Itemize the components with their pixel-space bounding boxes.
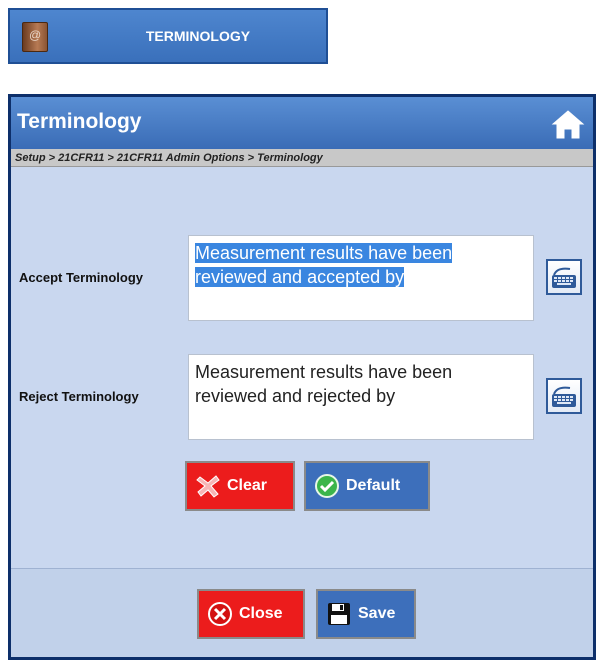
home-icon[interactable] xyxy=(551,107,585,141)
keyboard-icon xyxy=(552,267,576,288)
keyboard-icon xyxy=(552,386,576,407)
x-icon xyxy=(196,475,220,498)
dialog-header: Terminology xyxy=(11,97,593,149)
terminology-menu-button[interactable]: TERMINOLOGY xyxy=(8,8,328,64)
save-button[interactable]: Save xyxy=(316,589,416,639)
terminology-dialog: Terminology Setup > 21CFR11 > 21CFR11 Ad… xyxy=(8,94,596,660)
clear-button-label: Clear xyxy=(227,477,268,494)
save-button-label: Save xyxy=(358,605,396,622)
default-button[interactable]: Default xyxy=(304,461,430,511)
dialog-title: Terminology xyxy=(17,110,142,133)
floppy-disk-icon xyxy=(328,603,350,625)
close-button[interactable]: Close xyxy=(197,589,305,639)
dialog-footer: Close Save xyxy=(11,568,593,657)
dialog-content: Accept Terminology Measurement results h… xyxy=(11,167,593,575)
accept-terminology-text: Measurement results have been reviewed a… xyxy=(195,243,453,287)
checkmark-icon xyxy=(315,474,339,498)
accept-terminology-field[interactable]: Measurement results have been reviewed a… xyxy=(188,235,534,321)
terminology-menu-label: TERMINOLOGY xyxy=(145,28,251,44)
accept-keyboard-button[interactable] xyxy=(546,259,582,295)
reject-terminology-label: Reject Terminology xyxy=(19,389,139,404)
close-circle-icon xyxy=(208,602,232,626)
clear-button[interactable]: Clear xyxy=(185,461,295,511)
breadcrumb: Setup > 21CFR11 > 21CFR11 Admin Options … xyxy=(11,149,593,167)
accept-terminology-label: Accept Terminology xyxy=(19,270,144,285)
reject-terminology-field[interactable]: Measurement results have been reviewed a… xyxy=(188,354,534,440)
reject-terminology-text: Measurement results have been reviewed a… xyxy=(195,362,453,406)
default-button-label: Default xyxy=(346,477,401,494)
close-button-label: Close xyxy=(239,605,283,622)
reject-keyboard-button[interactable] xyxy=(546,378,582,414)
